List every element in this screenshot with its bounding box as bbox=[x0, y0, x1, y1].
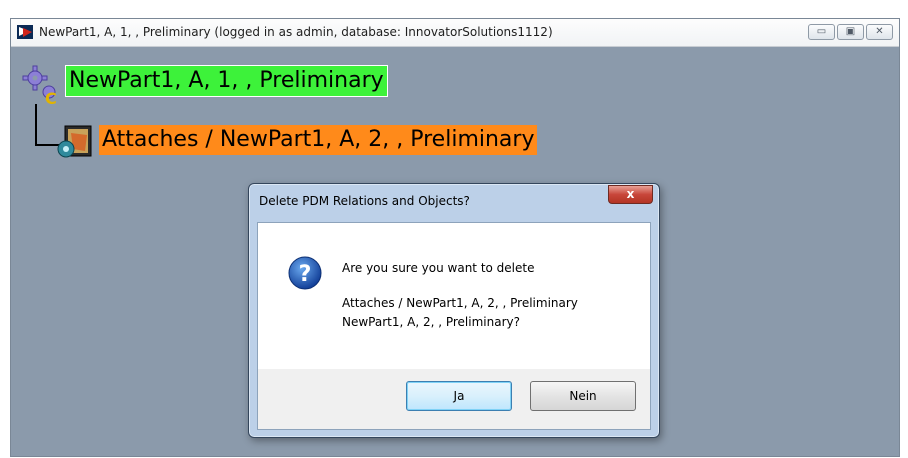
tree-node-child[interactable]: Attaches / NewPart1, A, 2, , Preliminary bbox=[99, 125, 538, 155]
tree-connector bbox=[35, 104, 59, 146]
dialog-item-1: Attaches / NewPart1, A, 2, , Preliminary bbox=[342, 296, 578, 310]
tree-node-root[interactable]: NewPart1, A, 1, , Preliminary bbox=[65, 65, 388, 97]
window-titlebar[interactable]: NewPart1, A, 1, , Preliminary (logged in… bbox=[11, 19, 899, 47]
question-icon: ? bbox=[288, 256, 322, 290]
window-controls: ▭ ▣ ✕ bbox=[808, 24, 893, 40]
minimize-button[interactable]: ▭ bbox=[808, 24, 835, 40]
maximize-button[interactable]: ▣ bbox=[837, 24, 864, 40]
svg-text:?: ? bbox=[299, 262, 312, 287]
document-icon[interactable] bbox=[57, 125, 93, 159]
yes-button[interactable]: Ja bbox=[406, 381, 512, 411]
delete-confirm-dialog: Delete PDM Relations and Objects? x ? Ar… bbox=[248, 183, 660, 438]
close-button[interactable]: ✕ bbox=[866, 24, 893, 40]
dialog-item-2: NewPart1, A, 2, , Preliminary? bbox=[342, 315, 520, 329]
window-title: NewPart1, A, 1, , Preliminary (logged in… bbox=[39, 25, 553, 39]
product-gear-icon[interactable]: C bbox=[21, 64, 61, 106]
dialog-body: ? Are you sure you want to delete Attach… bbox=[257, 222, 651, 430]
app-icon bbox=[17, 25, 33, 39]
dialog-title: Delete PDM Relations and Objects? bbox=[259, 194, 470, 208]
dialog-question: Are you sure you want to delete bbox=[342, 261, 535, 275]
dialog-close-button[interactable]: x bbox=[608, 185, 653, 204]
dialog-message-area: ? Are you sure you want to delete Attach… bbox=[258, 223, 650, 369]
no-button[interactable]: Nein bbox=[530, 381, 636, 411]
